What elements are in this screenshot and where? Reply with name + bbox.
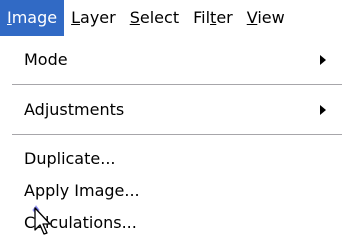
menu-separator: [12, 134, 342, 136]
submenu-arrow-icon: [320, 105, 326, 115]
menu-item-adjustments-label: Adjustments: [24, 100, 125, 119]
menubar-item-layer[interactable]: Layer: [64, 0, 123, 36]
mouse-cursor-icon: [32, 205, 51, 235]
menubar-item-view[interactable]: View: [240, 0, 292, 36]
menu-item-duplicate-label: Duplicate...: [24, 149, 116, 168]
menubar-item-image-rest: mage: [11, 8, 58, 27]
menubar-item-select-rest: elect: [139, 8, 180, 27]
menubar-item-select[interactable]: Select: [123, 0, 186, 36]
menubar-item-select-accel: S: [129, 8, 140, 27]
menubar-item-filter-prefix: Fil: [193, 8, 211, 27]
menubar-item-image[interactable]: Image: [0, 0, 65, 36]
menu-bar: Image Layer Select Filter View: [0, 0, 346, 36]
menu-item-adjustments[interactable]: Adjustments: [0, 94, 346, 126]
menubar-item-filter-rest: er: [216, 8, 233, 27]
submenu-arrow-icon: [320, 55, 326, 65]
menu-item-duplicate[interactable]: Duplicate...: [0, 143, 346, 175]
menu-separator: [12, 84, 342, 86]
menu-item-mode-label: Mode: [24, 50, 68, 69]
menubar-item-filter[interactable]: Filter: [186, 0, 240, 36]
menu-item-mode[interactable]: Mode: [0, 44, 346, 76]
menubar-item-layer-rest: ayer: [80, 8, 116, 27]
menubar-item-view-accel: V: [246, 8, 258, 27]
menubar-item-layer-accel: L: [71, 8, 81, 27]
menubar-item-view-rest: iew: [257, 8, 285, 27]
